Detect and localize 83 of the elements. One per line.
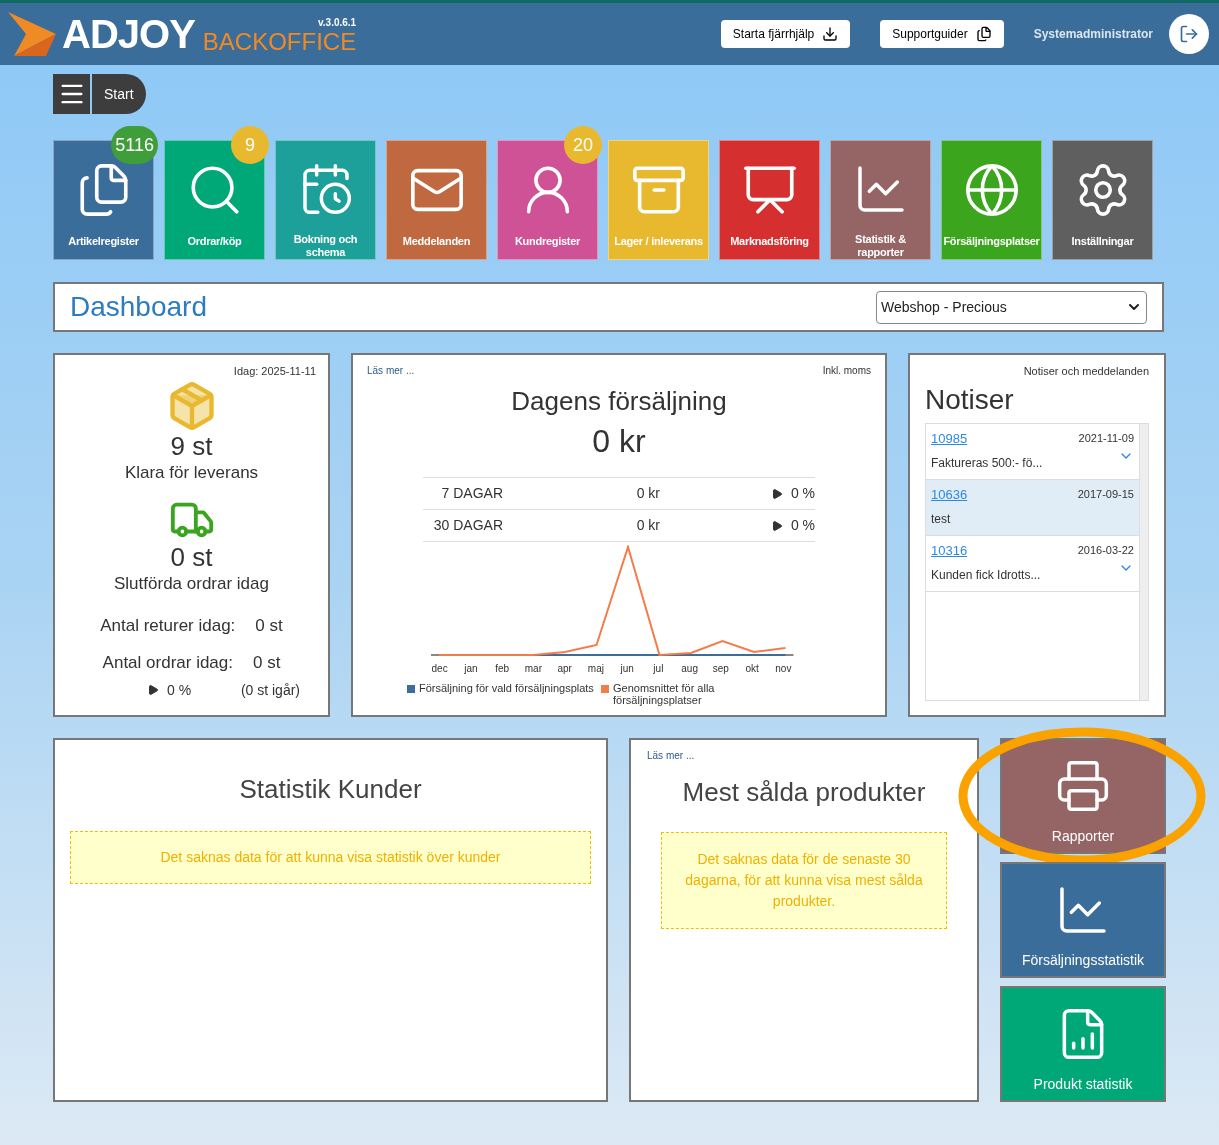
product-name: BACKOFFICE [202, 29, 357, 54]
remote-help-button[interactable]: Starta fjärrhjälp [720, 20, 851, 48]
ready-count: 9 st [170, 431, 213, 460]
period-label: 7 DAGAR [440, 484, 503, 503]
shop-select[interactable]: Webshop - Precious [876, 290, 1147, 324]
period-change: 0 % [790, 516, 815, 535]
orders-value: 0 st [253, 652, 281, 674]
done-label: Slutförda ordrar idag [114, 573, 269, 595]
read-more-link[interactable]: Läs mer ... [367, 363, 415, 378]
report-tile[interactable]: Rapporter [1000, 738, 1166, 854]
module-tile[interactable]: Statistik & rapporter [830, 140, 931, 260]
notice-link[interactable]: 10985 [931, 428, 968, 448]
module-tile[interactable]: Bokning och schema [275, 140, 376, 260]
returns-label: Antal returer idag: [100, 614, 236, 637]
period-amount: 0 kr [635, 516, 660, 535]
notice-item[interactable]: 10636 2017-09-15 test [926, 479, 1139, 536]
returns-value: 0 st [255, 614, 283, 637]
triangle-icon [770, 519, 783, 532]
module-tile[interactable]: Inställningar [1052, 140, 1153, 260]
read-more-link[interactable]: Läs mer ... [647, 748, 695, 763]
month-label: maj [586, 662, 605, 676]
count-badge: 5116 [111, 126, 158, 164]
month-label: apr [556, 662, 573, 676]
month-label: dec [430, 662, 449, 676]
orders-label: Antal ordrar idag: [102, 652, 233, 674]
documents-icon [975, 26, 992, 42]
notice-text: Kunden fick Idrotts... [931, 567, 1041, 584]
module-tile[interactable]: Marknadsföring [719, 140, 820, 260]
version-label: v.3.0.6.1 [318, 15, 357, 30]
legend-label: Försäljning för vald försäljningsplats [419, 682, 594, 694]
scrollbar[interactable] [1139, 423, 1148, 700]
period-amount: 0 kr [635, 484, 660, 503]
period-label: 30 DAGAR [432, 516, 503, 535]
logout-icon [1179, 24, 1199, 44]
triangle-icon [770, 487, 783, 500]
brand-name: ADJOY [62, 14, 195, 54]
report-tile[interactable]: Försäljningsstatistik [1000, 862, 1166, 978]
change-percent: 0 % [167, 680, 192, 700]
triangle-icon [147, 684, 159, 696]
month-label: jan [463, 662, 479, 676]
month-label: aug [680, 662, 699, 676]
no-data-message: Det saknas data för att kunna visa statistik över kunder [70, 831, 591, 884]
support-guides-button[interactable]: Supportguider [880, 20, 1004, 48]
notices-caption: Notiser och meddelanden [1023, 364, 1149, 379]
notices-title: Notiser [925, 383, 1015, 416]
sales-total: 0 kr [592, 422, 646, 461]
count-badge: 20 [564, 126, 602, 164]
notice-date: 2016-03-22 [1077, 543, 1134, 558]
printer-icon [1055, 758, 1111, 814]
vat-note: Inkl. moms [822, 364, 871, 378]
notice-date: 2017-09-15 [1077, 487, 1134, 502]
user-name: Systemadministrator [1033, 26, 1153, 43]
month-label: nov [774, 662, 793, 676]
month-label: jul [652, 662, 665, 676]
notice-text: test [931, 511, 951, 528]
month-label: jun [619, 662, 635, 676]
month-label: mar [523, 662, 543, 676]
customers-title: Statistik Kunder [239, 773, 422, 806]
month-label: feb [494, 662, 511, 676]
legend-label: Genomsnittet för alla försäljningsplatser [613, 682, 716, 706]
date-label: Idag: 2025-11-11 [233, 364, 316, 379]
module-tile[interactable]: Försäljningsplatser [941, 140, 1042, 260]
report-tile[interactable]: Produkt statistik [1000, 986, 1166, 1102]
products-title: Mest sålda produkter [682, 776, 926, 809]
done-count: 0 st [170, 543, 213, 571]
logout-button[interactable] [1169, 14, 1209, 54]
period-change: 0 % [790, 484, 815, 503]
count-badge: 9 [231, 126, 269, 164]
ready-label: Klara för leverans [124, 461, 259, 484]
module-tile[interactable]: Meddelanden [386, 140, 487, 260]
month-label: sep [711, 662, 730, 676]
start-button[interactable]: Start [92, 74, 146, 114]
notice-link[interactable]: 10316 [931, 540, 968, 560]
month-label: okt [744, 662, 760, 676]
sales-title: Dagens försäljning [511, 385, 727, 418]
notice-link[interactable]: 10636 [931, 484, 968, 504]
notice-date: 2021-11-09 [1078, 431, 1134, 446]
notice-text: Faktureras 500:- fö... [931, 455, 1043, 472]
dashboard-title: Dashboard [70, 290, 207, 324]
no-data-message: Det saknas data för de senaste 30 dagarna, för att kunna visa mest sålda produkter. [661, 832, 947, 929]
download-icon [822, 26, 839, 42]
menu-button[interactable] [53, 74, 90, 114]
yesterday-label: (0 st igår) [240, 680, 300, 700]
